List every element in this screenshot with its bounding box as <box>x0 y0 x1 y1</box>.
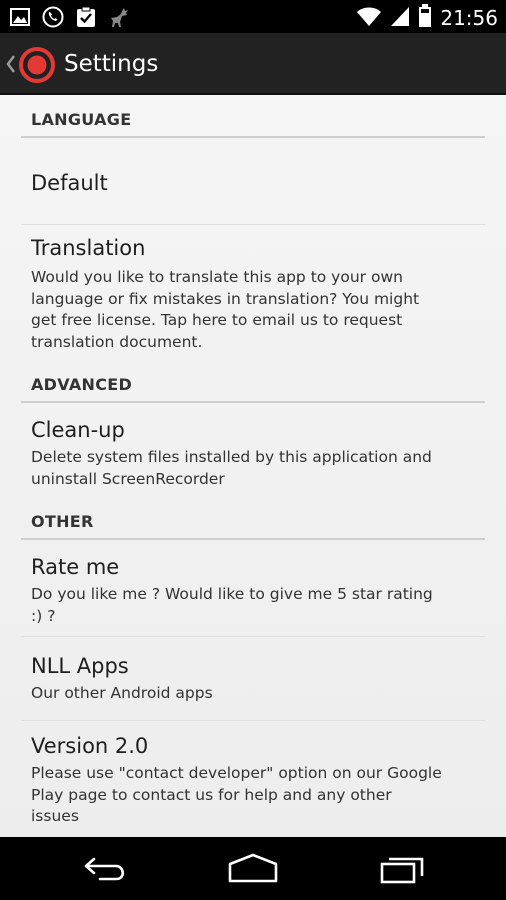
pref-summary-line: uninstall ScreenRecorder <box>31 469 225 488</box>
category-header-advanced: ADVANCED <box>31 375 133 394</box>
pref-item-translation[interactable]: Translation Would you like to translate … <box>0 225 506 365</box>
home-icon[interactable] <box>223 851 283 887</box>
pref-summary-line: :) ? <box>31 606 56 625</box>
wifi-icon <box>356 5 382 31</box>
pref-summary-line: get free license. Tap here to email us t… <box>31 311 403 329</box>
page-title: Settings <box>64 51 159 77</box>
pref-item-cleanup[interactable]: Clean-up Delete system files installed b… <box>0 403 506 505</box>
pref-item-rate-me[interactable]: Rate me Do you like me ? Would like to g… <box>0 540 506 636</box>
pref-title: Version 2.0 <box>31 734 149 758</box>
pref-summary-line: Delete system files installed by this ap… <box>31 448 432 466</box>
back-chevron-icon[interactable] <box>4 53 18 75</box>
pref-summary-line: Do you like me ? Would like to give me 5… <box>31 585 433 603</box>
signal-icon <box>390 5 410 31</box>
battery-icon <box>418 4 432 32</box>
image-icon <box>10 8 30 30</box>
pref-title: NLL Apps <box>31 654 129 678</box>
status-bar: 21:56 <box>0 0 506 33</box>
pref-title: Default <box>31 171 108 195</box>
clipboard-check-icon <box>76 6 96 32</box>
back-icon[interactable] <box>74 851 134 887</box>
pref-summary-line: Play page to contact us for help and any… <box>31 785 392 804</box>
pref-item-version[interactable]: Version 2.0 Please use "contact develope… <box>0 721 506 837</box>
pref-summary-line: issues <box>31 807 79 825</box>
pref-item-default[interactable]: Default <box>0 138 506 224</box>
phone-icon <box>42 6 64 32</box>
navigation-bar <box>0 837 506 900</box>
pref-summary-line: translation document. <box>31 332 203 351</box>
category-header-other: OTHER <box>31 512 94 531</box>
settings-list: LANGUAGE Default Translation Would you l… <box>0 95 506 837</box>
category-header-language: LANGUAGE <box>31 110 132 129</box>
recent-apps-icon[interactable] <box>372 851 432 887</box>
action-bar: Settings <box>0 33 506 95</box>
deer-icon <box>108 6 132 32</box>
pref-summary-line: language or fix mistakes in translation?… <box>31 289 420 308</box>
pref-title: Clean-up <box>31 418 125 442</box>
pref-title: Rate me <box>31 555 120 579</box>
app-record-icon[interactable] <box>18 46 56 84</box>
pref-summary-line: Our other Android apps <box>31 684 213 702</box>
clock: 21:56 <box>440 6 498 30</box>
pref-item-nll-apps[interactable]: NLL Apps Our other Android apps <box>0 637 506 720</box>
pref-title: Translation <box>31 236 146 260</box>
pref-summary-line: Would you like to translate this app to … <box>31 268 403 286</box>
pref-summary-line: Please use "contact developer" option on… <box>31 764 442 782</box>
